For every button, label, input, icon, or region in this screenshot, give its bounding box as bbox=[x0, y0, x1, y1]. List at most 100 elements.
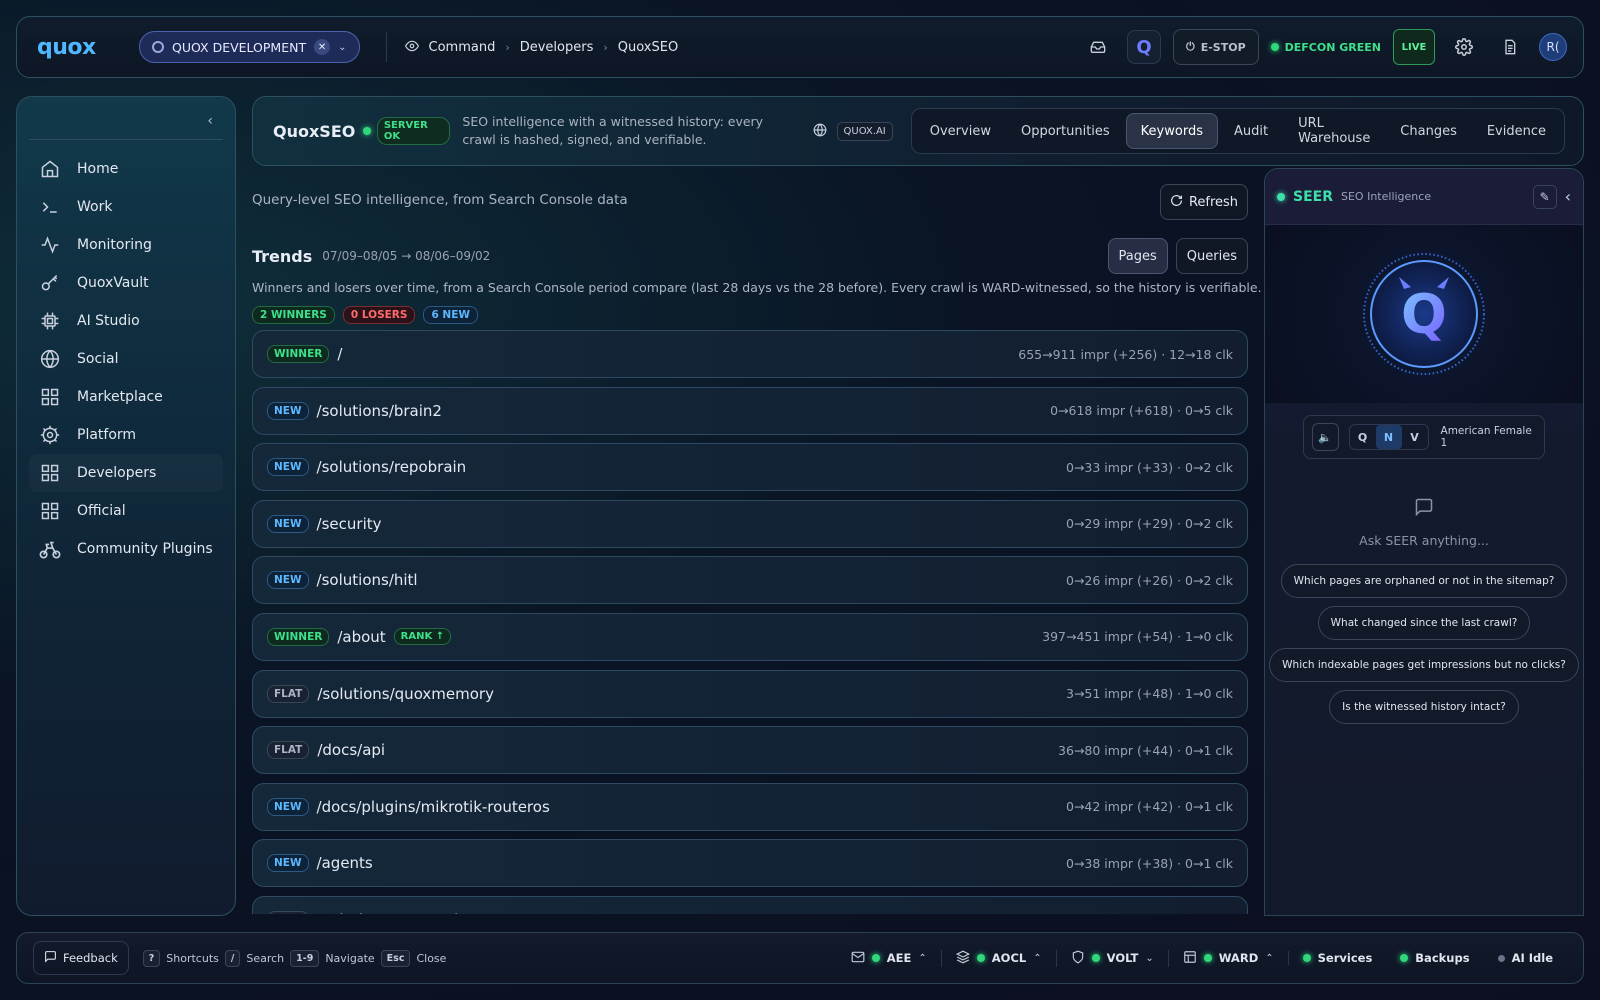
collapse-sidebar-icon[interactable]: ‹ bbox=[29, 109, 223, 140]
chevron-down-icon[interactable]: ⌄ bbox=[338, 42, 346, 53]
trend-row[interactable]: WINNER/about RANK ↑ 397→451 impr (+54) · 1… bbox=[252, 612, 1248, 661]
breadcrumb-developers[interactable]: Developers bbox=[520, 40, 594, 55]
app-title: QuoxSEO bbox=[273, 121, 356, 141]
trend-row[interactable]: NEW/solutions/hitl 0→26 impr (+26) · 0→2 … bbox=[252, 556, 1248, 605]
clear-workspace-icon[interactable]: ✕ bbox=[314, 39, 331, 55]
service-backups[interactable]: Backups bbox=[1386, 951, 1483, 965]
tab-opportunities[interactable]: Opportunities bbox=[1007, 113, 1124, 149]
sidebar-item-developers[interactable]: Developers bbox=[29, 454, 223, 492]
tab-keywords[interactable]: Keywords bbox=[1125, 113, 1218, 149]
tab-url-warehouse[interactable]: URL Warehouse bbox=[1284, 113, 1384, 149]
status-dot bbox=[1270, 43, 1279, 51]
trend-counts: 2 WINNERS 0 LOSERS 6 NEW bbox=[252, 306, 478, 324]
service-aee[interactable]: AEE ⌃ bbox=[837, 950, 941, 967]
sidebar-item-monitoring[interactable]: Monitoring bbox=[29, 226, 223, 264]
speaker-icon[interactable]: 🔈 bbox=[1312, 423, 1339, 451]
tab-overview[interactable]: Overview bbox=[916, 113, 1005, 149]
service-ai-idle[interactable]: AI Idle bbox=[1484, 951, 1567, 965]
defcon-status[interactable]: DEFCON GREEN bbox=[1270, 40, 1381, 54]
sidebar-item-quoxvault[interactable]: QuoxVault bbox=[29, 264, 223, 302]
edit-icon[interactable]: ✎ bbox=[1532, 184, 1557, 209]
quox-logo[interactable]: quox bbox=[37, 35, 117, 60]
trend-row[interactable]: WINNER / 655→911 impr (+256) · 12→18 clk bbox=[252, 330, 1248, 378]
queries-toggle-button[interactable]: Queries bbox=[1175, 238, 1248, 274]
sidebar-item-social[interactable]: Social bbox=[29, 340, 223, 378]
server-status: SERVER OK bbox=[363, 117, 451, 145]
service-services[interactable]: Services bbox=[1287, 951, 1387, 965]
row-stats: 655→911 impr (+256) · 12→18 clk bbox=[1018, 346, 1233, 362]
refresh-button[interactable]: Refresh bbox=[1160, 184, 1248, 220]
service-volt[interactable]: VOLT ⌄ bbox=[1055, 949, 1168, 967]
feedback-button[interactable]: Feedback bbox=[33, 941, 129, 975]
svg-text:Q: Q bbox=[1401, 283, 1447, 346]
trend-tag-badge: NEW bbox=[267, 797, 309, 816]
kbd-key: 1-9 bbox=[290, 949, 320, 967]
voice-mode-selector: Q N V bbox=[1348, 424, 1429, 450]
page-path: /solutions/quoxmemory bbox=[317, 684, 494, 703]
trend-tag-badge: NEW bbox=[267, 514, 309, 533]
trend-tag-badge: WINNER bbox=[267, 627, 330, 646]
breadcrumb-quoxseo[interactable]: QuoxSEO bbox=[618, 40, 678, 55]
trend-row[interactable]: NEW/security 0→29 impr (+29) · 0→2 clk bbox=[252, 499, 1248, 548]
trend-row[interactable]: FLAT/docs/api 36→80 impr (+44) · 0→1 clk bbox=[252, 726, 1248, 775]
voice-controls: 🔈 Q N V American Female 1 bbox=[1303, 415, 1545, 459]
suggestion-chip[interactable]: Which pages are orphaned or not in the s… bbox=[1280, 564, 1568, 598]
seer-subtitle: SEO Intelligence bbox=[1341, 190, 1432, 203]
ask-prompt: Ask SEER anything... bbox=[1359, 533, 1489, 548]
sidebar-item-official[interactable]: Official bbox=[29, 492, 223, 530]
workspace-selector[interactable]: QUOX DEVELOPMENT ✕ ⌄ bbox=[139, 31, 360, 63]
trend-row[interactable]: NEW/docs/plugins/mikrotik-routeros 0→42 i… bbox=[252, 782, 1248, 831]
domain-selector[interactable]: QUOX.AI bbox=[813, 121, 893, 141]
tab-changes[interactable]: Changes bbox=[1386, 113, 1471, 149]
trend-row[interactable]: NEW/solutions/brain2 0→618 impr (+618) · … bbox=[252, 386, 1248, 435]
defcon-label: DEFCON GREEN bbox=[1284, 40, 1381, 54]
tab-evidence[interactable]: Evidence bbox=[1473, 113, 1560, 149]
sidebar-item-community-plugins[interactable]: Community Plugins bbox=[29, 530, 223, 568]
suggestion-chip[interactable]: Is the witnessed history intact? bbox=[1329, 690, 1519, 724]
globe-icon bbox=[813, 122, 827, 141]
voice-mode-q[interactable]: Q bbox=[1350, 425, 1376, 449]
status-dot bbox=[1203, 954, 1212, 962]
trend-row[interactable]: FLAT/solutions/quoxtask 3→40 impr (+37) ·… bbox=[252, 895, 1248, 914]
user-avatar[interactable]: R( bbox=[1539, 33, 1567, 61]
tab-audit[interactable]: Audit bbox=[1220, 113, 1282, 149]
service-aocl[interactable]: AOCL ⌃ bbox=[940, 949, 1056, 967]
sidebar-item-marketplace[interactable]: Marketplace bbox=[29, 378, 223, 416]
service-ward[interactable]: WARD ⌃ bbox=[1167, 949, 1288, 967]
winners-count-badge: 2 WINNERS bbox=[252, 306, 335, 324]
sidebar-item-label: Work bbox=[77, 199, 113, 215]
pages-toggle-button[interactable]: Pages bbox=[1107, 238, 1168, 274]
suggestion-chip[interactable]: Which indexable pages get impressions bu… bbox=[1269, 648, 1579, 682]
row-stats: 0→42 impr (+42) · 0→1 clk bbox=[1066, 799, 1233, 815]
sidebar-item-platform[interactable]: Platform bbox=[29, 416, 223, 454]
estop-button[interactable]: ⏻ E-STOP bbox=[1173, 29, 1259, 65]
trend-row[interactable]: NEW/agents 0→38 impr (+38) · 0→1 clk bbox=[252, 839, 1248, 888]
live-toggle[interactable]: LIVE bbox=[1393, 29, 1435, 65]
trend-row[interactable]: FLAT/solutions/quoxmemory 3→51 impr (+48)… bbox=[252, 669, 1248, 718]
sidebar-item-label: AI Studio bbox=[77, 313, 140, 329]
trend-tag-badge: WINNER bbox=[267, 345, 330, 363]
service-name: AEE bbox=[886, 951, 912, 965]
trend-row[interactable]: NEW/solutions/repobrain 0→33 impr (+33) ·… bbox=[252, 443, 1248, 492]
voice-name[interactable]: American Female 1 bbox=[1441, 425, 1536, 449]
sidebar-item-ai-studio[interactable]: AI Studio bbox=[29, 302, 223, 340]
sidebar-item-home[interactable]: Home bbox=[29, 150, 223, 188]
quox-assistant-icon[interactable]: Q bbox=[1127, 30, 1162, 64]
chevron-up-icon: ⌃ bbox=[1033, 952, 1042, 964]
top-actions: Q ⏻ E-STOP DEFCON GREEN LIVE R( bbox=[1081, 29, 1567, 65]
voice-mode-v[interactable]: V bbox=[1402, 425, 1428, 449]
service-name: AOCL bbox=[991, 951, 1027, 965]
trend-tag-badge: FLAT bbox=[267, 910, 310, 914]
sidebar-item-work[interactable]: Work bbox=[29, 188, 223, 226]
losers-count-badge: 0 LOSERS bbox=[342, 306, 416, 324]
suggestion-chip[interactable]: What changed since the last crawl? bbox=[1317, 606, 1531, 640]
page-path: /docs/api bbox=[317, 741, 386, 760]
collapse-panel-icon[interactable]: ‹ bbox=[1565, 187, 1571, 206]
document-icon[interactable] bbox=[1493, 30, 1527, 64]
breadcrumb-command[interactable]: Command bbox=[429, 40, 496, 55]
settings-gear-icon[interactable] bbox=[1447, 30, 1481, 64]
voice-mode-n[interactable]: N bbox=[1375, 425, 1402, 449]
inbox-icon[interactable] bbox=[1081, 30, 1115, 64]
refresh-label: Refresh bbox=[1188, 194, 1239, 210]
estop-label: E-STOP bbox=[1200, 40, 1246, 54]
